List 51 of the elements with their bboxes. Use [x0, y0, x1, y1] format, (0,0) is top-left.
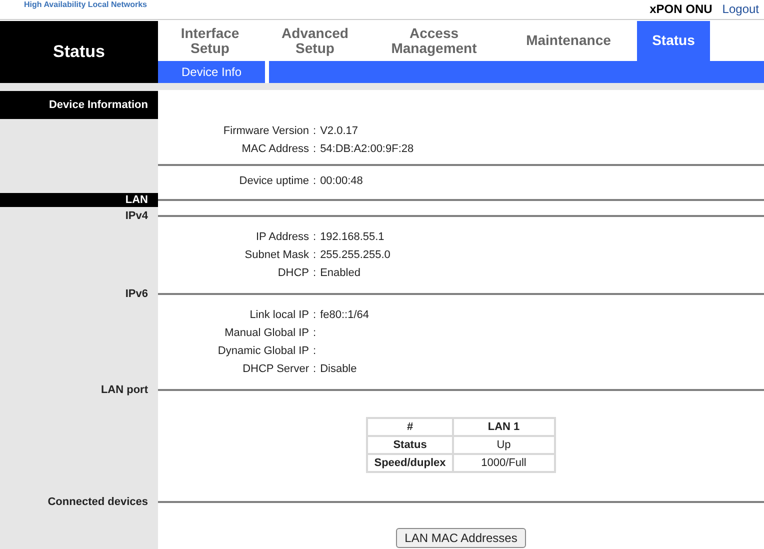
- field-label: DHCP: [276, 267, 309, 279]
- field-value: Enabled: [320, 267, 360, 279]
- field-label: Dynamic Global IP: [216, 345, 309, 357]
- field-label: DHCP Server: [242, 363, 309, 375]
- field-value: 00:00:48: [320, 175, 363, 187]
- field-separator: :: [313, 363, 316, 375]
- table-header-cell: #: [367, 418, 453, 436]
- logout-link[interactable]: Logout: [722, 2, 759, 16]
- table-cell: 1000/Full: [452, 454, 555, 472]
- field-separator: :: [313, 175, 316, 187]
- field-separator: :: [313, 309, 316, 321]
- lan-mac-addresses-button[interactable]: LAN MAC Addresses: [396, 528, 526, 548]
- field-separator: :: [313, 231, 316, 243]
- table-header-cell: LAN 1: [452, 418, 555, 436]
- field-value: Disable: [320, 363, 357, 375]
- table-cell: Status: [367, 436, 453, 454]
- section-heading: Device Information: [0, 91, 158, 119]
- field-label: MAC Address: [240, 143, 309, 155]
- nav-tab[interactable]: Advanced Setup: [262, 20, 368, 61]
- subsection-label: Connected devices: [48, 496, 149, 508]
- field-separator: :: [313, 249, 316, 261]
- field-separator: :: [313, 345, 316, 357]
- field-separator: :: [313, 267, 316, 279]
- field-label: Link local IP: [248, 309, 309, 321]
- page-title: Status: [0, 20, 158, 84]
- field-value: V2.0.17: [320, 125, 358, 137]
- brand-tagline: High Availability Local Networks: [24, 0, 147, 9]
- section-heading: LAN: [0, 193, 158, 207]
- field-label: Subnet Mask: [244, 249, 309, 261]
- field-value: fe80::1/64: [320, 309, 369, 321]
- field-label: IP Address: [255, 231, 309, 243]
- device-name: xPON ONU: [650, 2, 712, 16]
- field-separator: :: [313, 327, 316, 339]
- nav-tab[interactable]: Maintenance: [500, 20, 637, 61]
- subsection-label: LAN port: [100, 384, 149, 396]
- field-value: 54:DB:A2:00:9F:28: [320, 143, 414, 155]
- nav-tab[interactable]: Status: [637, 20, 710, 61]
- field-label: Firmware Version: [222, 125, 309, 137]
- field-separator: :: [313, 143, 316, 155]
- field-value: 255.255.255.0: [320, 249, 390, 261]
- table-cell: Up: [452, 436, 555, 454]
- subnav-tab[interactable]: Device Info: [158, 60, 265, 84]
- table-cell: Speed/duplex: [367, 454, 453, 472]
- field-label: Device uptime: [238, 175, 309, 187]
- subsection-label: IPv4: [125, 210, 149, 222]
- field-separator: :: [313, 125, 316, 137]
- nav-tab[interactable]: Interface Setup: [158, 20, 262, 61]
- field-value: 192.168.55.1: [320, 231, 384, 243]
- nav-tab[interactable]: Access Management: [368, 20, 500, 61]
- field-label: Manual Global IP: [224, 327, 309, 339]
- subsection-label: IPv6: [125, 288, 149, 300]
